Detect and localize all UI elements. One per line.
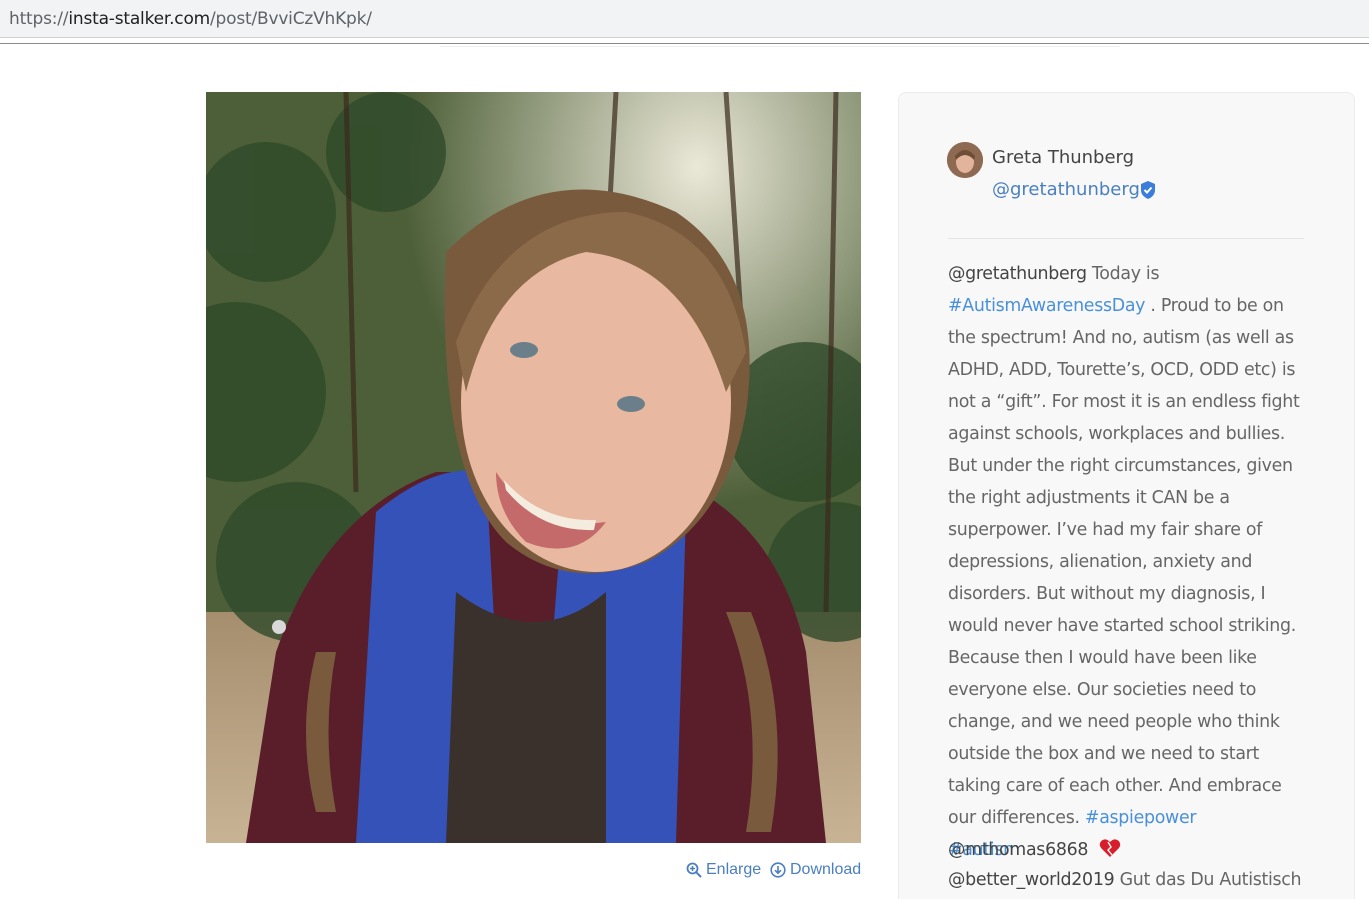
url-text[interactable]: https://insta-stalker.com/post/BvviCzVhK… — [9, 9, 372, 29]
zoom-in-icon — [686, 862, 702, 878]
profile-handle[interactable]: @gretathunberg — [992, 179, 1140, 200]
comment-author-link[interactable]: @better_world2019 — [948, 870, 1115, 890]
comment-item: @mthomas6868 — [948, 838, 1121, 860]
address-bar[interactable]: https://insta-stalker.com/post/BvviCzVhK… — [0, 0, 1369, 38]
comment-author-link[interactable]: @mthomas6868 — [948, 840, 1088, 860]
profile-separator — [948, 238, 1304, 239]
url-path: /post/BvviCzVhKpk/ — [210, 9, 372, 29]
enlarge-button[interactable]: Enlarge — [686, 861, 761, 879]
caption-text-2: . Proud to be on the spectrum! And no, a… — [948, 296, 1300, 828]
avatar-image — [947, 142, 983, 178]
comment-text: Gut das Du Autistisch — [1114, 870, 1302, 890]
download-circle-icon — [770, 862, 786, 878]
header-divider — [0, 43, 1369, 44]
post-caption: @gretathunberg Today is #AutismAwareness… — [948, 258, 1310, 866]
post-photo[interactable] — [206, 92, 861, 843]
download-button[interactable]: Download — [770, 861, 861, 879]
hashtag-link-aspiepower[interactable]: #aspiepower — [1085, 808, 1197, 828]
enlarge-label: Enlarge — [706, 861, 762, 878]
faint-divider — [440, 46, 1120, 47]
profile-name: Greta Thunberg — [992, 147, 1135, 168]
caption-author-link[interactable]: @gretathunberg — [948, 264, 1087, 284]
avatar[interactable] — [947, 142, 983, 178]
heart-icon — [1100, 839, 1121, 857]
caption-text-1: Today is — [1086, 264, 1160, 284]
download-label: Download — [790, 861, 862, 878]
post-photo-illustration — [206, 92, 861, 843]
url-host: insta-stalker.com — [68, 9, 211, 29]
url-prefix: https:// — [9, 9, 69, 29]
hashtag-link-autismawarenessday[interactable]: #AutismAwarenessDay — [948, 296, 1145, 316]
comment-item: @better_world2019 Gut das Du Autistisch — [948, 870, 1302, 890]
verified-badge-icon — [1141, 181, 1155, 199]
